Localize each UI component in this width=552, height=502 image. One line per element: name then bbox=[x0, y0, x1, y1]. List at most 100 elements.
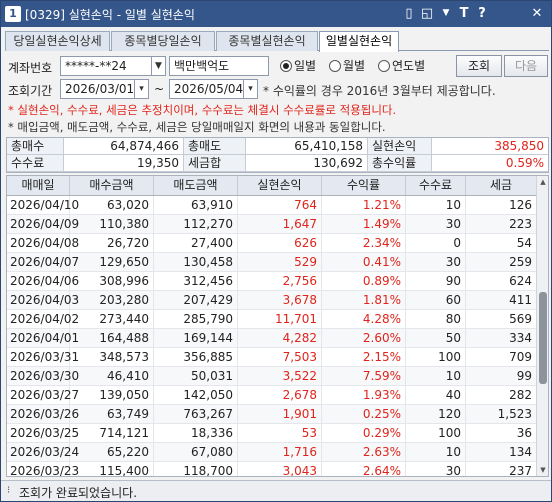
title-bar[interactable]: 1 [0329] 실현손익 - 일별 실현손익 ▯ ◱ ▼ T ? ✕ bbox=[1, 1, 551, 27]
daily-pnl-table[interactable]: 매매일 매수금액 매도금액 실현손익 수익률 수수료 세금 2026/04/10 63,020… bbox=[6, 175, 549, 477]
radio-yearly-dot[interactable] bbox=[378, 60, 390, 72]
cell-return-rate: 0.25% bbox=[322, 405, 406, 423]
cell-sell-amount: 142,050 bbox=[154, 386, 238, 404]
cell-fee: 10 bbox=[406, 367, 466, 385]
header-return-rate[interactable]: 수익률 bbox=[322, 176, 406, 195]
cell-return-rate: 0.89% bbox=[322, 272, 406, 290]
table-row[interactable]: 2026/03/27 139,050 142,050 2,678 1.93% 40 282 bbox=[7, 386, 537, 405]
cell-sell-amount: 112,270 bbox=[154, 215, 238, 233]
cell-fee: 80 bbox=[406, 310, 466, 328]
cell-return-rate: 0.29% bbox=[322, 424, 406, 442]
header-realized-pnl[interactable]: 실현손익 bbox=[238, 176, 322, 195]
cell-fee: 120 bbox=[406, 405, 466, 423]
cell-tax: 1,523 bbox=[466, 405, 537, 423]
cell-realized-pnl: 2,678 bbox=[238, 386, 322, 404]
restore-icon[interactable]: ◱ bbox=[419, 5, 435, 22]
table-row[interactable]: 2026/04/01 164,488 169,144 4,282 2.60% 50 334 bbox=[7, 329, 537, 348]
date-to-calendar-icon[interactable]: ▾ bbox=[244, 79, 258, 99]
radio-daily-dot[interactable] bbox=[280, 60, 292, 72]
cell-realized-pnl: 1,716 bbox=[238, 443, 322, 461]
table-row[interactable]: 2026/04/09 110,380 112,270 1,647 1.49% 30 223 bbox=[7, 215, 537, 234]
scroll-down-icon[interactable]: ▼ bbox=[537, 464, 548, 476]
cell-trade-date: 2026/04/08 bbox=[7, 234, 79, 252]
radio-yearly[interactable]: 연도별 bbox=[378, 57, 425, 75]
table-row[interactable]: 2026/03/25 714,121 18,336 53 0.29% 100 36 bbox=[7, 424, 537, 443]
cell-sell-amount: 169,144 bbox=[154, 329, 238, 347]
cell-realized-pnl: 2,756 bbox=[238, 272, 322, 290]
cell-fee: 30 bbox=[406, 215, 466, 233]
radio-monthly[interactable]: 월별 bbox=[329, 57, 365, 75]
cell-sell-amount: 285,790 bbox=[154, 310, 238, 328]
search-button[interactable]: 조회 bbox=[456, 55, 502, 77]
cell-return-rate: 2.15% bbox=[322, 348, 406, 366]
summary-fee-value: 19,350 bbox=[64, 155, 184, 172]
table-row[interactable]: 2026/03/24 65,220 67,080 1,716 2.63% 10 134 bbox=[7, 443, 537, 462]
cell-trade-date: 2026/03/24 bbox=[7, 443, 79, 461]
summary-fee-label: 수수료 bbox=[7, 155, 64, 172]
cell-buy-amount: 203,280 bbox=[70, 291, 154, 309]
radio-monthly-dot[interactable] bbox=[329, 60, 341, 72]
settings-dropdown-icon[interactable]: ▼ bbox=[438, 5, 454, 22]
account-input[interactable]: *****-**24 bbox=[60, 56, 152, 76]
account-dropdown-icon[interactable]: ▼ bbox=[152, 56, 166, 76]
header-tax[interactable]: 세금 bbox=[466, 176, 537, 195]
font-icon[interactable]: T bbox=[456, 5, 472, 22]
table-row[interactable]: 2026/03/30 46,410 50,031 3,522 7.59% 10 99 bbox=[7, 367, 537, 386]
cell-buy-amount: 714,121 bbox=[70, 424, 154, 442]
cell-realized-pnl: 7,503 bbox=[238, 348, 322, 366]
radio-yearly-label: 연도별 bbox=[392, 59, 426, 73]
tab-stock-realized-pnl[interactable]: 종목별실현손익 bbox=[216, 31, 318, 51]
cell-trade-date: 2026/04/09 bbox=[7, 215, 79, 233]
summary-return-label: 총수익률 bbox=[368, 155, 432, 172]
header-trade-date[interactable]: 매매일 bbox=[7, 176, 70, 195]
table-row[interactable]: 2026/04/08 26,720 27,400 626 2.34% 0 54 bbox=[7, 234, 537, 253]
header-sell-amount[interactable]: 매도금액 bbox=[154, 176, 238, 195]
tab-daily-realized-detail[interactable]: 당일실현손익상세 bbox=[5, 31, 110, 51]
tab-daily-realized-pnl[interactable]: 일별실현손익 bbox=[319, 31, 399, 52]
summary-panel: 총매수 64,874,466 총매도 65,410,158 실현손익 385,8… bbox=[6, 137, 549, 173]
cell-return-rate: 1.21% bbox=[322, 196, 406, 214]
pin-icon[interactable]: ▯ bbox=[401, 5, 417, 22]
cell-sell-amount: 27,400 bbox=[154, 234, 238, 252]
close-icon[interactable]: ✕ bbox=[529, 5, 545, 22]
table-header: 매매일 매수금액 매도금액 실현손익 수익률 수수료 세금 bbox=[7, 176, 537, 196]
table-row[interactable]: 2026/03/26 63,749 763,267 1,901 0.25% 120 1,52… bbox=[7, 405, 537, 424]
date-from-calendar-icon[interactable]: ▾ bbox=[135, 79, 149, 99]
scroll-thumb[interactable] bbox=[539, 292, 547, 384]
cell-tax: 126 bbox=[466, 196, 537, 214]
cell-sell-amount: 356,885 bbox=[154, 348, 238, 366]
table-row[interactable]: 2026/04/02 273,440 285,790 11,701 4.28% 80 569 bbox=[7, 310, 537, 329]
cell-buy-amount: 63,749 bbox=[70, 405, 154, 423]
cell-trade-date: 2026/03/27 bbox=[7, 386, 79, 404]
cell-fee: 10 bbox=[406, 443, 466, 461]
radio-daily[interactable]: 일별 bbox=[280, 57, 316, 75]
table-row[interactable]: 2026/03/23 115,400 118,700 3,043 2.64% 30 237 bbox=[7, 462, 537, 476]
consistency-note: * 매입금액, 매도금액, 수수료, 세금은 당일매매일지 화면의 내용과 동일… bbox=[8, 120, 386, 134]
table-row[interactable]: 2026/04/06 308,996 312,456 2,756 0.89% 90 624 bbox=[7, 272, 537, 291]
cell-sell-amount: 18,336 bbox=[154, 424, 238, 442]
cell-return-rate: 1.81% bbox=[322, 291, 406, 309]
table-row[interactable]: 2026/04/10 63,020 63,910 764 1.21% 10 126 bbox=[7, 196, 537, 215]
help-icon[interactable]: ? bbox=[474, 5, 490, 22]
header-fee[interactable]: 수수료 bbox=[406, 176, 466, 195]
tab-stock-daily-pnl[interactable]: 종목별당일손익 bbox=[111, 31, 215, 51]
date-from-input[interactable]: 2026/03/01 bbox=[60, 79, 135, 99]
cell-trade-date: 2026/03/30 bbox=[7, 367, 79, 385]
summary-tax-value: 130,692 bbox=[246, 155, 368, 172]
next-button[interactable]: 다음 bbox=[504, 55, 548, 77]
table-row[interactable]: 2026/04/03 203,280 207,429 3,678 1.81% 60 411 bbox=[7, 291, 537, 310]
table-row[interactable]: 2026/03/31 348,573 356,885 7,503 2.15% 100 709 bbox=[7, 348, 537, 367]
table-row[interactable]: 2026/04/07 129,650 130,458 529 0.41% 30 259 bbox=[7, 253, 537, 272]
vertical-scrollbar[interactable]: ▲ ▼ bbox=[536, 176, 548, 476]
cell-sell-amount: 50,031 bbox=[154, 367, 238, 385]
header-buy-amount[interactable]: 매수금액 bbox=[70, 176, 154, 195]
date-to-input[interactable]: 2026/05/04 bbox=[169, 79, 244, 99]
cell-realized-pnl: 53 bbox=[238, 424, 322, 442]
cell-return-rate: 2.63% bbox=[322, 443, 406, 461]
cell-fee: 90 bbox=[406, 272, 466, 290]
summary-realized-value: 385,850 bbox=[432, 138, 548, 155]
radio-daily-label: 일별 bbox=[294, 59, 317, 73]
cell-return-rate: 1.93% bbox=[322, 386, 406, 404]
scroll-up-icon[interactable]: ▲ bbox=[537, 176, 548, 188]
cell-tax: 709 bbox=[466, 348, 537, 366]
